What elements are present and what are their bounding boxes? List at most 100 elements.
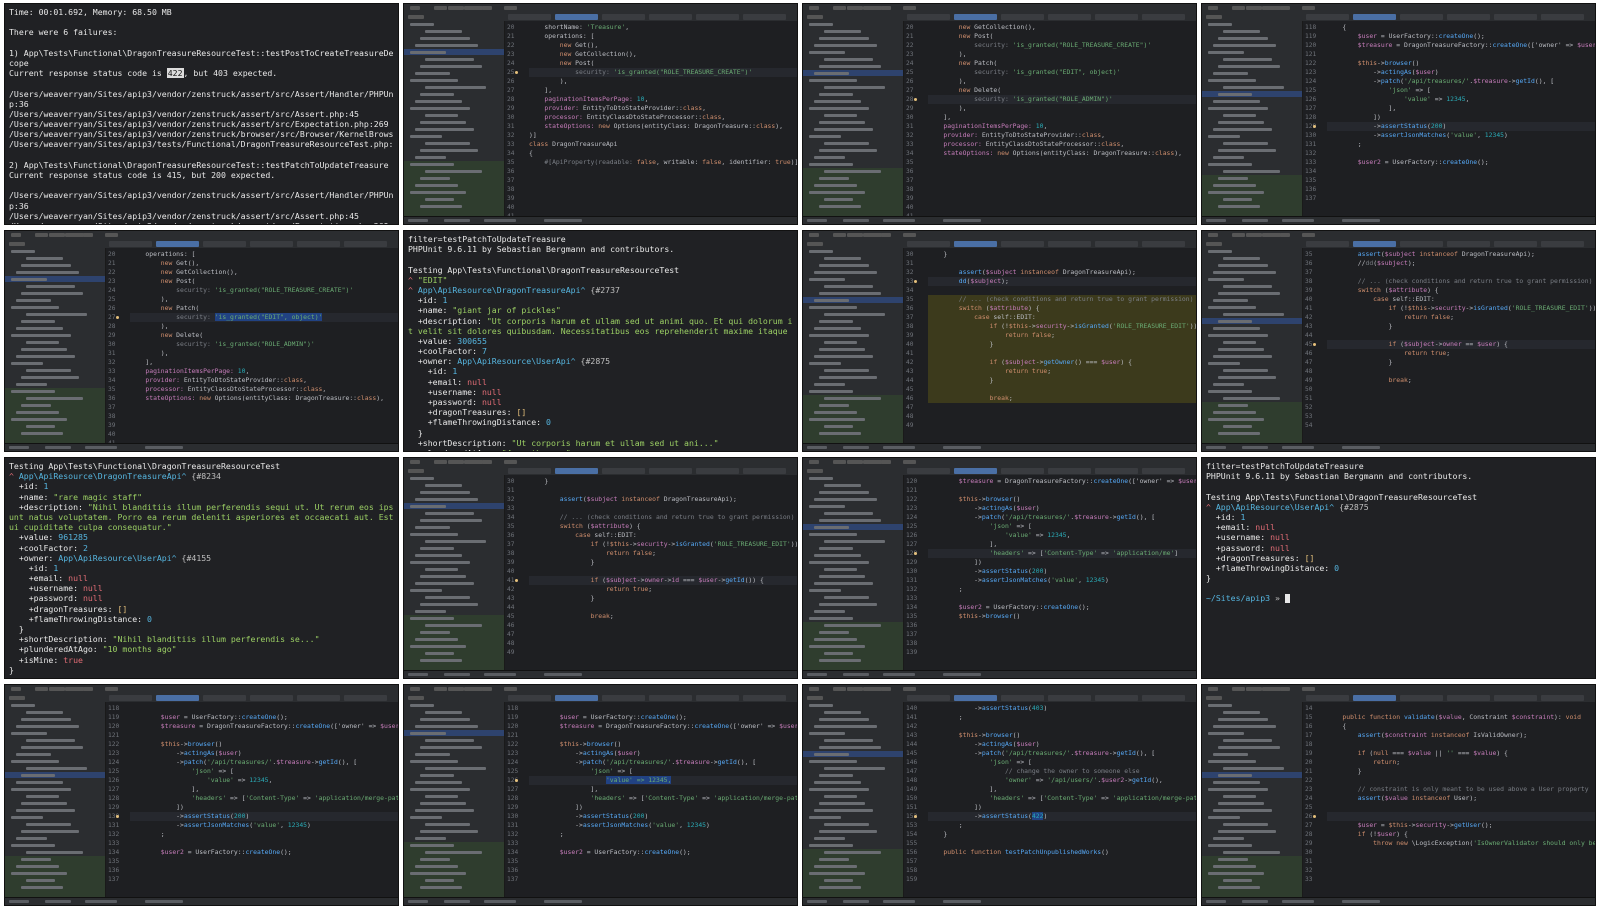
tree-item[interactable]: [16, 383, 47, 386]
project-tree[interactable]: [5, 248, 106, 444]
editor-tab[interactable]: [907, 695, 950, 701]
tree-item[interactable]: [16, 327, 63, 330]
terminal-dump-dragon-treasure[interactable]: filter=testPatchToUpdateTreasure PHPUnit …: [403, 230, 798, 452]
tree-item[interactable]: [410, 533, 458, 536]
tree-item[interactable]: [824, 512, 873, 515]
code-editor[interactable]: 120 121 122 123 124 125 126 127 128 129 130 131 132 1…: [904, 475, 1196, 671]
project-label[interactable]: [1206, 242, 1222, 246]
status-item[interactable]: [883, 446, 915, 449]
tree-item[interactable]: [1213, 299, 1248, 302]
breadcrumb-item[interactable]: [847, 233, 863, 237]
tree-item[interactable]: [809, 788, 869, 791]
tree-item[interactable]: [824, 369, 869, 372]
breakpoint-icon[interactable]: [1313, 815, 1316, 818]
tree-item[interactable]: [1208, 816, 1240, 819]
ide-editor-api-resource[interactable]: 20 21 22 23 24 25 26 27 28 29 30 31 32 33 34 35 36 37 38 39…: [403, 3, 798, 225]
tree-item[interactable]: [410, 617, 454, 620]
tree-item[interactable]: [824, 568, 857, 571]
editor-tab[interactable]: [109, 241, 152, 247]
tree-item[interactable]: [814, 327, 861, 330]
breadcrumb-item[interactable]: [809, 687, 819, 691]
breadcrumb-item[interactable]: [464, 460, 483, 464]
tree-item[interactable]: [26, 739, 75, 742]
tree-item[interactable]: [1218, 121, 1264, 124]
tree-item[interactable]: [26, 313, 87, 316]
status-item[interactable]: [408, 219, 428, 222]
tree-item[interactable]: [1223, 369, 1268, 372]
breadcrumb-item[interactable]: [434, 460, 447, 464]
editor-tab[interactable]: [954, 14, 997, 20]
tree-item[interactable]: [1218, 432, 1260, 435]
editor-tab[interactable]: [696, 468, 739, 474]
tree-item[interactable]: [819, 886, 861, 889]
tree-item[interactable]: [410, 107, 470, 110]
tree-item[interactable]: [1223, 767, 1284, 770]
editor-tab[interactable]: [555, 468, 598, 474]
tree-item[interactable]: [26, 397, 83, 400]
breakpoint-icon[interactable]: [515, 579, 518, 582]
project-label[interactable]: [807, 15, 823, 19]
tree-item[interactable]: [410, 704, 434, 707]
tree-item[interactable]: [809, 561, 869, 564]
editor-tab[interactable]: [1095, 14, 1138, 20]
editor-tab[interactable]: [1306, 695, 1349, 701]
editor-tab[interactable]: [1541, 241, 1584, 247]
tree-item[interactable]: [809, 163, 853, 166]
editor-tab[interactable]: [1447, 14, 1490, 20]
breadcrumb-item[interactable]: [903, 687, 916, 691]
breadcrumb-item[interactable]: [1280, 687, 1290, 691]
editor-tab[interactable]: [1447, 241, 1490, 247]
tree-item[interactable]: [1223, 198, 1252, 201]
tree-item[interactable]: [425, 795, 458, 798]
project-tree[interactable]: [803, 475, 904, 671]
tree-item[interactable]: [420, 746, 482, 749]
tree-item[interactable]: [1218, 320, 1252, 323]
status-item[interactable]: [1282, 900, 1314, 903]
breakpoint-icon[interactable]: [914, 552, 917, 555]
tree-item[interactable]: [420, 37, 470, 40]
tree-item[interactable]: [1208, 51, 1244, 54]
tree-item[interactable]: [415, 72, 450, 75]
breadcrumb-item[interactable]: [35, 687, 48, 691]
breadcrumb-item[interactable]: [448, 687, 464, 691]
breadcrumb-item[interactable]: [464, 687, 483, 691]
breadcrumb-item[interactable]: [1302, 6, 1315, 10]
tree-item[interactable]: [824, 879, 853, 882]
editor-tab[interactable]: [696, 695, 739, 701]
project-label[interactable]: [408, 696, 424, 700]
tree-item[interactable]: [425, 198, 454, 201]
tree-item[interactable]: [819, 65, 881, 68]
status-item[interactable]: [1206, 900, 1226, 903]
tree-item[interactable]: [21, 432, 63, 435]
editor-tab[interactable]: [1306, 241, 1349, 247]
tree-item[interactable]: [1213, 100, 1260, 103]
editor-tab[interactable]: [602, 14, 645, 20]
tree-item[interactable]: [809, 760, 857, 763]
tree-item[interactable]: [1208, 135, 1240, 138]
status-item[interactable]: [807, 673, 827, 676]
tree-item[interactable]: [819, 830, 877, 833]
tree-item[interactable]: [814, 72, 849, 75]
ide-editor-voter-owner-id[interactable]: 30 31 32 33 34 35 36 37 38 39 40 41 42 43 44 45 46 47 48 49…: [403, 457, 798, 679]
tree-item[interactable]: [819, 858, 849, 861]
status-item[interactable]: [9, 900, 29, 903]
editor-tab[interactable]: [1541, 14, 1584, 20]
tree-item[interactable]: [1213, 781, 1260, 784]
tree-item[interactable]: [1213, 383, 1244, 386]
tree-item[interactable]: [1213, 327, 1260, 330]
status-item[interactable]: [85, 446, 117, 449]
tree-item[interactable]: [425, 596, 470, 599]
tree-item[interactable]: [809, 135, 841, 138]
tree-item[interactable]: [420, 830, 478, 833]
tree-item[interactable]: [824, 652, 853, 655]
tree-item[interactable]: [1223, 114, 1256, 117]
tree-item[interactable]: [819, 348, 865, 351]
tree-item[interactable]: [819, 149, 877, 152]
tree-item[interactable]: [1218, 886, 1260, 889]
tree-item[interactable]: [16, 753, 51, 756]
tree-item[interactable]: [410, 732, 446, 735]
project-label[interactable]: [408, 15, 424, 19]
tree-item[interactable]: [415, 837, 446, 840]
tree-item[interactable]: [26, 879, 55, 882]
breadcrumb-item[interactable]: [65, 687, 84, 691]
